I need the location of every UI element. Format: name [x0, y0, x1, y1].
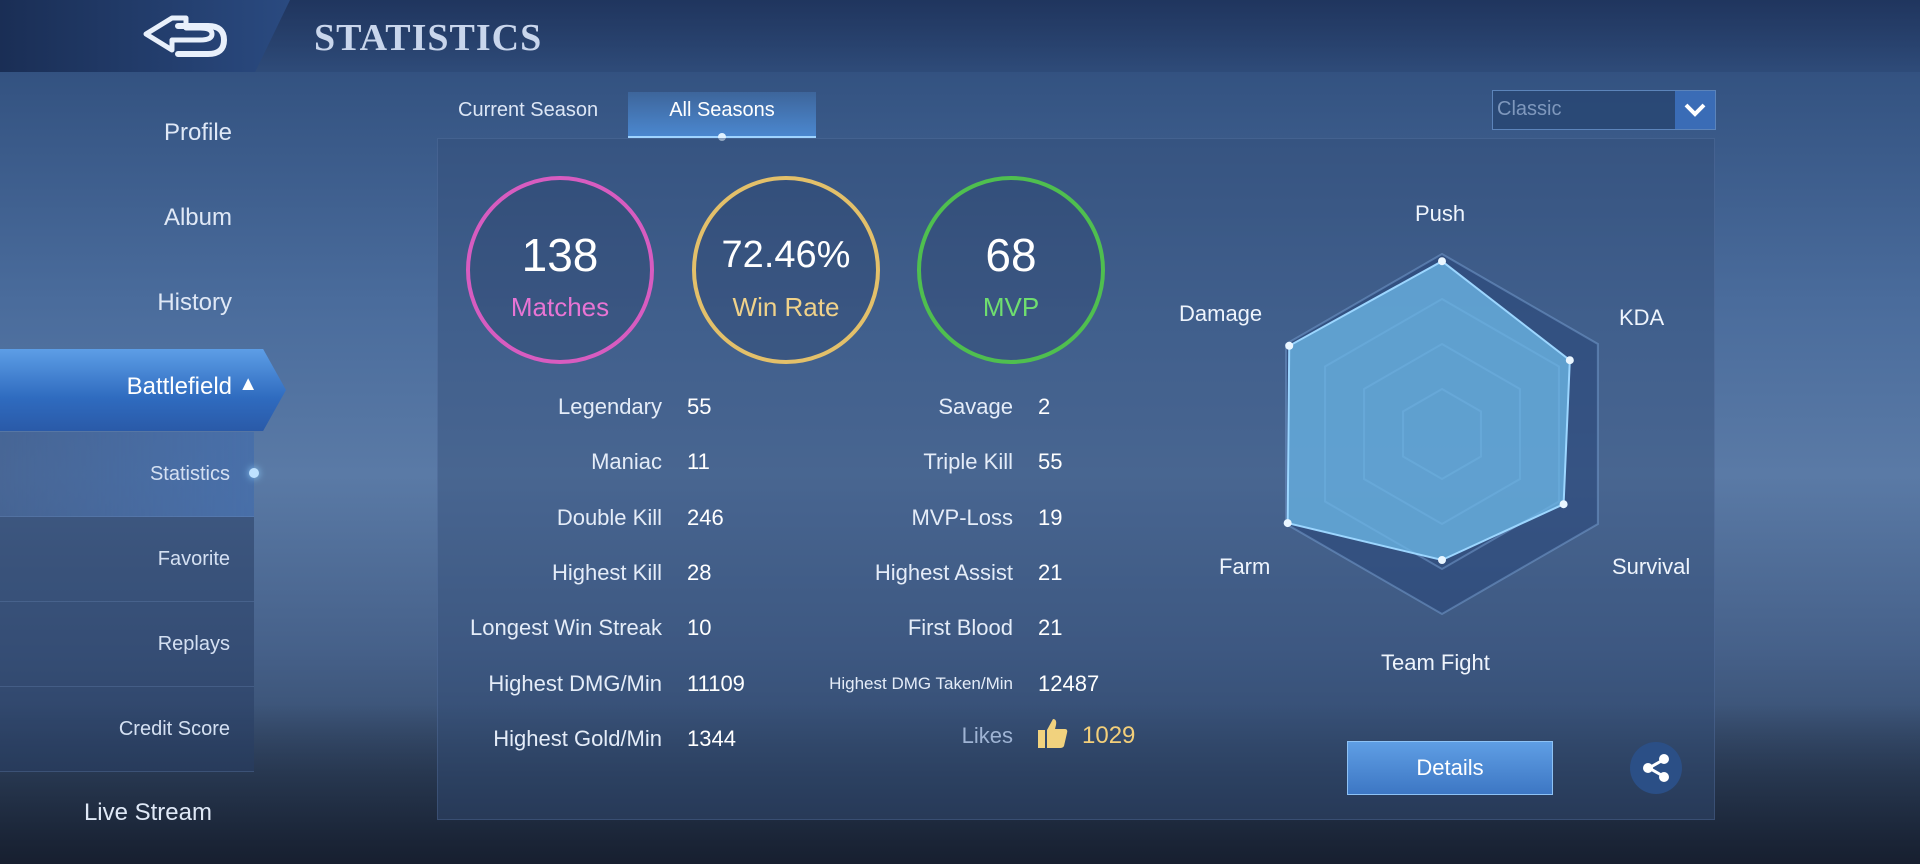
sidebar-item-label: Album — [163, 204, 232, 231]
sidebar-subitem-replays[interactable]: Replays — [0, 602, 254, 687]
stat-value: 1344 — [687, 725, 736, 751]
mvp-badge: 68 MVP — [917, 176, 1105, 364]
stat-label: Triple Kill — [923, 449, 1013, 475]
top-bar — [0, 0, 1920, 72]
radar-point — [1565, 356, 1574, 365]
stat-value: 11 — [687, 449, 710, 475]
radar-axis-survival: Survival — [1612, 554, 1691, 579]
matches-value: 138 — [521, 229, 599, 281]
sidebar-item-live-stream[interactable]: Live Stream — [0, 783, 236, 843]
radar-point — [1438, 257, 1446, 266]
mode-select[interactable]: Classic — [1492, 90, 1716, 130]
selected-indicator — [249, 468, 259, 478]
sidebar-subitem-favorite[interactable]: Favorite — [0, 517, 254, 602]
sidebar-item-profile[interactable]: Profile — [0, 103, 256, 163]
radar-axis-kda: KDA — [1619, 305, 1665, 330]
stat-label: Highest Kill — [551, 559, 662, 585]
thumbs-up-icon — [1038, 719, 1068, 748]
stat-label: Highest Gold/Min — [493, 725, 662, 751]
stat-value: 28 — [687, 559, 712, 585]
share-button[interactable] — [1630, 742, 1682, 794]
stat-value: 55 — [1038, 449, 1063, 475]
radar-axis-damage: Damage — [1179, 301, 1263, 326]
chevron-up-icon: ▲ — [238, 373, 258, 395]
chevron-down-icon — [1675, 91, 1715, 129]
win-rate-badge: 72.46% Win Rate — [692, 176, 880, 364]
tab-label: All Seasons — [669, 99, 775, 121]
stat-label: Legendary — [558, 394, 662, 419]
stat-label: Longest Win Streak — [470, 615, 662, 641]
sidebar-subitem-label: Statistics — [149, 463, 230, 485]
matches-badge: 138 Matches — [466, 176, 654, 364]
stat-value: 55 — [687, 394, 712, 419]
stat-value: 246 — [687, 504, 724, 530]
details-button[interactable]: Details — [1347, 741, 1553, 795]
sidebar-item-album[interactable]: Album — [0, 188, 256, 248]
radar-chart — [1283, 252, 1599, 616]
win-rate-value: 72.46% — [721, 234, 851, 276]
radar-point — [1283, 519, 1292, 528]
sidebar-subitem-label: Favorite — [157, 548, 230, 570]
mvp-label: MVP — [982, 292, 1040, 322]
stat-label: MVP-Loss — [911, 504, 1013, 530]
sidebar-item-history[interactable]: History — [0, 273, 256, 333]
sidebar-subitem-label: Replays — [157, 633, 230, 655]
share-icon — [1643, 754, 1669, 782]
back-arrow-icon — [143, 15, 228, 57]
stat-value: 10 — [687, 615, 712, 641]
mvp-value: 68 — [985, 229, 1037, 281]
back-button[interactable] — [0, 0, 290, 72]
radar-axis-team-fight: Team Fight — [1381, 650, 1490, 675]
stat-value: 12487 — [1038, 670, 1100, 696]
stat-label: Maniac — [591, 449, 662, 475]
stat-value: 19 — [1038, 504, 1063, 530]
stat-value: 21 — [1038, 615, 1063, 641]
stat-value: 2 — [1038, 394, 1051, 419]
sidebar-item-battlefield[interactable]: Battlefield ▲ — [0, 349, 286, 431]
radar-point — [1559, 500, 1568, 509]
sidebar-item-label: History — [157, 289, 232, 316]
sidebar-subitem-credit-score[interactable]: Credit Score — [0, 687, 254, 772]
radar-axis-farm: Farm — [1219, 554, 1271, 579]
radar-point — [1438, 556, 1446, 564]
sidebar-item-label: Profile — [163, 119, 232, 146]
stat-value: 11109 — [687, 670, 745, 696]
likes-value: 1029 — [1082, 722, 1136, 749]
stat-label: Highest DMG/Min — [488, 670, 662, 696]
tab-current-season[interactable]: Current Season — [458, 92, 598, 136]
likes-label: Likes — [961, 723, 1013, 748]
stat-label: Highest Assist — [874, 559, 1013, 585]
matches-label: Matches — [510, 292, 610, 322]
win-rate-label: Win Rate — [732, 292, 840, 322]
stat-label: Savage — [938, 394, 1013, 419]
sidebar-item-label: Battlefield — [126, 373, 232, 400]
tab-all-seasons[interactable]: All Seasons — [628, 92, 816, 141]
radar-point — [1285, 341, 1294, 350]
mode-select-value: Classic — [1497, 98, 1562, 120]
page-title: STATISTICS — [314, 17, 543, 59]
stat-label: Double Kill — [556, 504, 662, 530]
tab-label: Current Season — [458, 99, 599, 121]
stat-label: First Blood — [907, 615, 1013, 641]
radar-axis-push: Push — [1415, 201, 1466, 226]
sidebar-subitem-statistics[interactable]: Statistics — [0, 432, 259, 517]
sidebar-subitem-label: Credit Score — [118, 718, 230, 740]
stat-value: 21 — [1038, 559, 1063, 585]
stat-label: Highest DMG Taken/Min — [829, 673, 1013, 693]
sidebar-item-label: Live Stream — [83, 799, 212, 826]
